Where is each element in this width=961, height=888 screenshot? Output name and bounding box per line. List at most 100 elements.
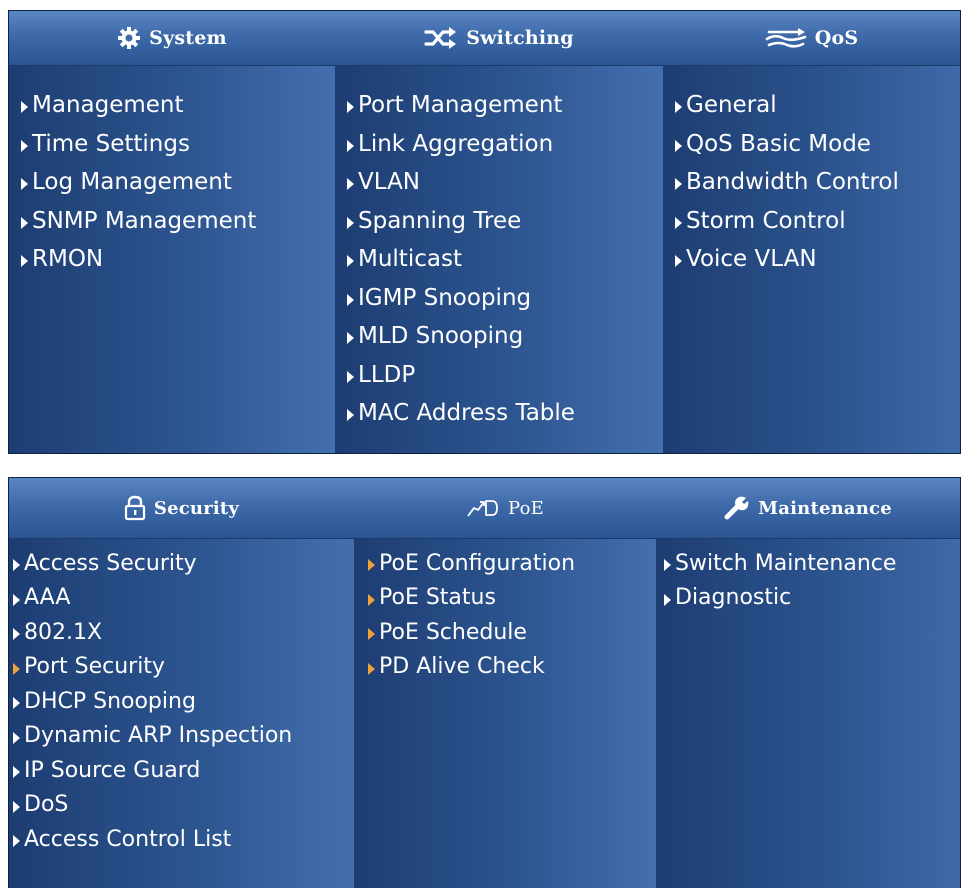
- arrow-right-icon: [13, 559, 20, 572]
- menu-item-general[interactable]: General: [675, 86, 960, 125]
- menu-item-label: Port Management: [358, 92, 563, 119]
- menu-item-dhcp-snooping[interactable]: DHCP Snooping: [13, 684, 354, 719]
- menu-item-label: Switch Maintenance: [675, 550, 897, 576]
- menu-item-multicast[interactable]: Multicast: [347, 240, 663, 279]
- menu-item-label: SNMP Management: [32, 207, 257, 234]
- menu-item-label: Dynamic ARP Inspection: [24, 723, 293, 749]
- arrow-right-icon: [13, 697, 20, 710]
- menu-item-label: DoS: [24, 792, 69, 818]
- menu-item-label: Storm Control: [686, 207, 846, 234]
- menu-item-label: VLAN: [358, 169, 421, 196]
- menu-item-log-management[interactable]: Log Management: [21, 163, 335, 202]
- system-column: Management Time Settings Log Management …: [9, 66, 335, 453]
- menu-item-switch-maintenance[interactable]: Switch Maintenance: [664, 546, 960, 581]
- arrow-right-icon: [675, 178, 682, 191]
- arrow-right-icon: [13, 766, 20, 779]
- menu-item-dos[interactable]: DoS: [13, 788, 354, 823]
- wrench-icon: [724, 496, 749, 520]
- arrow-right-icon: [347, 370, 354, 383]
- menu-item-label: General: [686, 92, 777, 119]
- menu-item-label: Voice VLAN: [686, 246, 817, 273]
- maintenance-header[interactable]: Maintenance: [656, 478, 960, 538]
- menu-item-poe-schedule[interactable]: PoE Schedule: [368, 615, 656, 650]
- arrow-right-icon: [13, 731, 20, 744]
- menu-item-access-control-list[interactable]: Access Control List: [13, 822, 354, 857]
- poe-header[interactable]: PoE: [354, 478, 656, 538]
- arrow-right-icon: [347, 216, 354, 229]
- arrow-right-icon: [13, 628, 20, 641]
- menu-item-poe-configuration[interactable]: PoE Configuration: [368, 546, 656, 581]
- panel-header-bar: Security PoE Maintenance: [9, 478, 960, 539]
- qos-header-label: QoS: [814, 27, 859, 49]
- arrow-right-icon: [347, 293, 354, 306]
- menu-item-poe-status[interactable]: PoE Status: [368, 581, 656, 616]
- menu-item-access-security[interactable]: Access Security: [13, 546, 354, 581]
- menu-item-802-1x[interactable]: 802.1X: [13, 615, 354, 650]
- menu-item-voice-vlan[interactable]: Voice VLAN: [675, 240, 960, 279]
- main-menu-panel-top: System Switching QoS Management Time Set…: [8, 10, 961, 454]
- qos-menu-list: General QoS Basic Mode Bandwidth Control…: [663, 66, 960, 279]
- menu-item-label: Time Settings: [32, 130, 190, 157]
- menu-item-diagnostic[interactable]: Diagnostic: [664, 581, 960, 616]
- maintenance-header-label: Maintenance: [758, 497, 892, 519]
- menu-item-label: Diagnostic: [675, 585, 792, 611]
- poe-header-label: PoE: [508, 497, 544, 519]
- arrow-right-icon: [675, 255, 682, 268]
- switching-header[interactable]: Switching: [335, 11, 663, 65]
- menu-item-snmp-management[interactable]: SNMP Management: [21, 202, 335, 241]
- arrow-right-icon: [21, 178, 28, 191]
- system-header-label: System: [149, 27, 227, 49]
- arrow-right-icon: [347, 255, 354, 268]
- menu-item-lldp[interactable]: LLDP: [347, 356, 663, 395]
- arrow-right-icon: [13, 662, 20, 675]
- menu-item-management[interactable]: Management: [21, 86, 335, 125]
- arrow-right-icon: [13, 800, 20, 813]
- menu-item-ip-source-guard[interactable]: IP Source Guard: [13, 753, 354, 788]
- arrow-right-icon: [347, 139, 354, 152]
- gear-icon: [118, 27, 141, 49]
- menu-item-bandwidth-control[interactable]: Bandwidth Control: [675, 163, 960, 202]
- arrow-right-icon: [368, 662, 375, 675]
- arrow-right-icon: [13, 835, 20, 848]
- menu-item-igmp-snooping[interactable]: IGMP Snooping: [347, 279, 663, 318]
- arrow-right-icon: [21, 139, 28, 152]
- arrow-right-icon: [675, 139, 682, 152]
- menu-item-aaa[interactable]: AAA: [13, 581, 354, 616]
- menu-item-pd-alive-check[interactable]: PD Alive Check: [368, 650, 656, 685]
- shuffle-icon: [424, 27, 457, 49]
- menu-item-time-settings[interactable]: Time Settings: [21, 125, 335, 164]
- maintenance-column: Switch Maintenance Diagnostic: [656, 539, 960, 888]
- menu-item-mld-snooping[interactable]: MLD Snooping: [347, 317, 663, 356]
- menu-item-mac-address-table[interactable]: MAC Address Table: [347, 394, 663, 433]
- menu-item-label: Multicast: [358, 246, 462, 273]
- arrow-right-icon: [664, 559, 671, 572]
- menu-item-qos-basic-mode[interactable]: QoS Basic Mode: [675, 125, 960, 164]
- security-header[interactable]: Security: [9, 478, 354, 538]
- menu-item-link-aggregation[interactable]: Link Aggregation: [347, 125, 663, 164]
- arrow-right-icon: [368, 628, 375, 641]
- arrow-right-icon: [347, 101, 354, 114]
- menu-item-vlan[interactable]: VLAN: [347, 163, 663, 202]
- menu-item-port-management[interactable]: Port Management: [347, 86, 663, 125]
- menu-item-dynamic-arp-inspection[interactable]: Dynamic ARP Inspection: [13, 719, 354, 754]
- menu-item-label: Spanning Tree: [358, 207, 522, 234]
- system-header[interactable]: System: [9, 11, 335, 65]
- system-menu-list: Management Time Settings Log Management …: [9, 66, 335, 279]
- panel-header-bar: System Switching QoS: [9, 11, 960, 66]
- menu-item-label: RMON: [32, 246, 104, 273]
- menu-item-spanning-tree[interactable]: Spanning Tree: [347, 202, 663, 241]
- menu-item-label: MAC Address Table: [358, 400, 575, 427]
- menu-item-label: Link Aggregation: [358, 130, 554, 157]
- menu-item-port-security[interactable]: Port Security: [13, 650, 354, 685]
- poe-menu-list: PoE Configuration PoE Status PoE Schedul…: [354, 539, 656, 684]
- menu-item-rmon[interactable]: RMON: [21, 240, 335, 279]
- menu-item-storm-control[interactable]: Storm Control: [675, 202, 960, 241]
- menu-item-label: IGMP Snooping: [358, 284, 532, 311]
- qos-header[interactable]: QoS: [663, 11, 960, 65]
- arrow-right-icon: [675, 216, 682, 229]
- arrow-right-icon: [347, 332, 354, 345]
- switching-header-label: Switching: [466, 27, 574, 49]
- qos-waves-icon: [765, 28, 807, 48]
- security-menu-list: Access Security AAA 802.1X Port Security…: [9, 539, 354, 857]
- security-header-label: Security: [153, 497, 240, 519]
